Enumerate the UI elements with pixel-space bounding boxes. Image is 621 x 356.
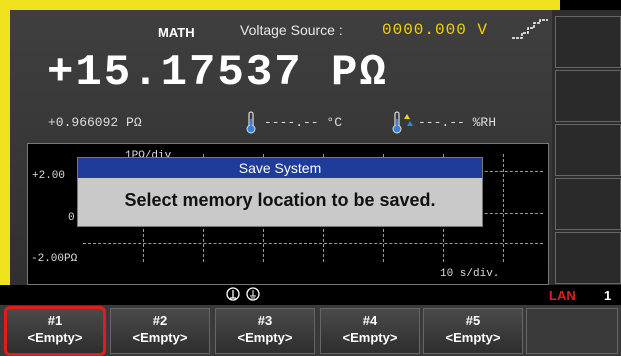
memory-slot-label: <Empty>: [132, 330, 188, 345]
memory-slot-4-button[interactable]: #4 <Empty>: [320, 308, 420, 354]
bezel-top: [0, 0, 560, 10]
memory-slot-2-button[interactable]: #2 <Empty>: [110, 308, 210, 354]
save-system-dialog: Save System Select memory location to be…: [77, 157, 483, 227]
voltage-source-label: Voltage Source :: [240, 22, 343, 38]
temperature-reading: ----.-- °C: [264, 115, 343, 130]
right-softkey-2[interactable]: [555, 70, 621, 122]
secondary-reading: +0.966092 PΩ: [48, 115, 142, 130]
graph-y-top-label: +2.00: [32, 170, 66, 182]
memory-slot-label: <Empty>: [237, 330, 293, 345]
right-softkey-5[interactable]: [555, 232, 621, 284]
memory-slot-label: <Empty>: [342, 330, 398, 345]
softkey-6[interactable]: [526, 308, 618, 354]
memory-slot-5-button[interactable]: #5 <Empty>: [423, 308, 523, 354]
humidity-icon: [392, 111, 413, 134]
grid-line: [503, 154, 504, 262]
memory-slot-3-button[interactable]: #3 <Empty>: [215, 308, 315, 354]
right-softkey-3[interactable]: [555, 124, 621, 176]
dialog-message: Select memory location to be saved.: [124, 190, 436, 210]
memory-slot-number: #5: [465, 313, 481, 328]
right-softkey-column: [552, 10, 621, 285]
humidity-reading: ---.-- %RH: [418, 115, 497, 130]
graph-y-mid-label: 0: [68, 212, 75, 224]
lan-indicator: LAN: [549, 288, 576, 303]
memory-slot-number: #2: [152, 313, 168, 328]
grid-line: [83, 243, 543, 244]
thermometer-icon: [246, 111, 256, 134]
voltage-source-value: 0000.000 V: [382, 21, 489, 39]
math-mode-label: MATH: [158, 25, 195, 40]
lan-number: 1: [604, 288, 612, 303]
right-softkey-4[interactable]: [555, 178, 621, 230]
main-reading: +15.17537 PΩ: [47, 48, 388, 98]
graph-time-scale-label: 10 s/div.: [440, 268, 500, 280]
graph-y-bottom-label: -2.00PΩ: [31, 253, 78, 265]
memory-slot-number: #4: [362, 313, 378, 328]
ground-icon: [226, 287, 260, 301]
status-bar: [0, 285, 621, 305]
dialog-title: Save System: [78, 158, 482, 178]
stepped-ramp-icon: [512, 19, 548, 39]
bezel-left: [0, 0, 10, 285]
memory-slot-label: <Empty>: [445, 330, 501, 345]
selection-highlight: [4, 306, 106, 356]
memory-slot-number: #3: [257, 313, 273, 328]
right-softkey-1[interactable]: [555, 16, 621, 68]
